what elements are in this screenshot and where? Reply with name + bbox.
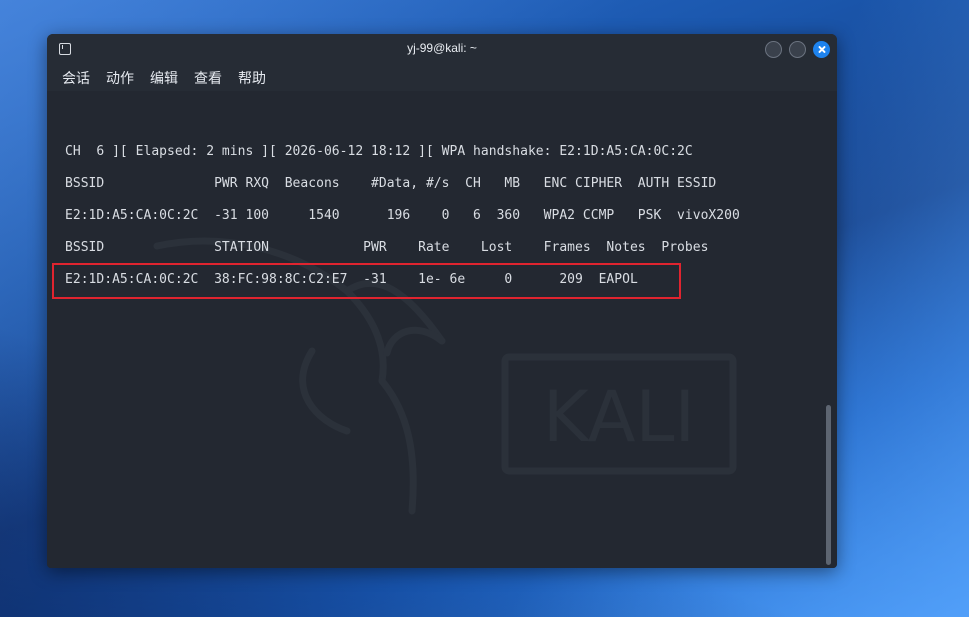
menu-view[interactable]: 查看 xyxy=(194,68,222,88)
minimize-button[interactable] xyxy=(765,41,782,58)
menu-session[interactable]: 会话 xyxy=(62,68,90,88)
vertical-scrollbar[interactable] xyxy=(826,405,831,565)
maximize-button[interactable] xyxy=(789,41,806,58)
menu-edit[interactable]: 编辑 xyxy=(150,68,178,88)
station-table-header: BSSID STATION PWR Rate Lost Frames Notes… xyxy=(65,240,709,255)
terminal-window: yj-99@kali: ~ 会话 动作 编辑 查看 帮助 KALI CH 6 ]… xyxy=(47,34,837,568)
kali-wordmark: KALI xyxy=(543,376,695,458)
airodump-status-line: CH 6 ][ Elapsed: 2 mins ][ 2026-06-12 18… xyxy=(65,144,693,159)
window-titlebar[interactable]: yj-99@kali: ~ xyxy=(47,34,837,65)
ap-table-header: BSSID PWR RXQ Beacons #Data, #/s CH MB E… xyxy=(65,176,717,191)
menu-actions[interactable]: 动作 xyxy=(106,68,134,88)
close-button[interactable] xyxy=(813,41,830,58)
highlight-box xyxy=(52,263,681,299)
window-title: yj-99@kali: ~ xyxy=(407,41,477,55)
kali-dragon-watermark: KALI xyxy=(153,237,737,515)
ap-table-row: E2:1D:A5:CA:0C:2C -31 100 1540 196 0 6 3… xyxy=(65,208,740,223)
menu-bar: 会话 动作 编辑 查看 帮助 xyxy=(47,65,837,91)
menu-help[interactable]: 帮助 xyxy=(238,68,266,88)
terminal-output[interactable]: KALI CH 6 ][ Elapsed: 2 mins ][ 2026-06-… xyxy=(47,91,837,568)
